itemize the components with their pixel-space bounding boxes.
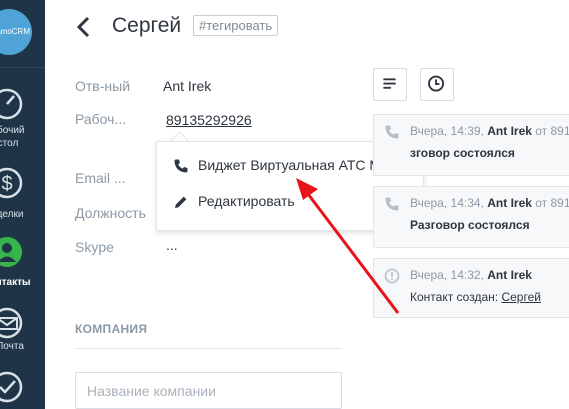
work-phone-label: Рабоч... bbox=[75, 111, 127, 127]
notes-button[interactable] bbox=[373, 68, 407, 101]
sidebar-item-label: абочий стол bbox=[0, 125, 25, 149]
history-button[interactable] bbox=[420, 68, 454, 101]
feed-author[interactable]: Ant Irek bbox=[487, 196, 532, 210]
feed-meta: Вчера, 14:32, Ant Irek bbox=[410, 268, 532, 282]
company-section-title: КОМПАНИЯ bbox=[75, 322, 148, 336]
skype-label: Skype bbox=[75, 239, 114, 255]
feed-author[interactable]: Ant Irek bbox=[487, 268, 532, 282]
sidebar-item-mail[interactable]: Почта bbox=[0, 303, 45, 363]
responsible-value[interactable]: Ant Irek bbox=[163, 78, 211, 94]
phone-icon bbox=[174, 159, 188, 173]
clock-icon bbox=[428, 75, 445, 92]
contacts-icon bbox=[0, 237, 22, 267]
mail-icon bbox=[0, 307, 23, 339]
section-divider bbox=[75, 348, 342, 349]
sidebar-item-label: Почта bbox=[0, 341, 24, 352]
company-name-input[interactable] bbox=[75, 372, 342, 409]
position-label: Должность bbox=[75, 205, 146, 221]
feed-card-call-1: Вчера, 14:39, Ant Irek от 891 зговор сос… bbox=[373, 114, 569, 176]
phone-icon bbox=[385, 125, 399, 139]
responsible-label: Отв-ный bbox=[75, 78, 131, 94]
page-title: Сергей bbox=[112, 14, 182, 37]
phone-icon bbox=[385, 197, 399, 211]
app-logo[interactable]: amoCRM bbox=[0, 9, 32, 55]
feed-text: Контакт создан: Сергей bbox=[410, 290, 541, 304]
email-label: Email ... bbox=[75, 170, 126, 186]
sidebar-item-deals[interactable]: $ делки bbox=[0, 163, 45, 223]
feed-author[interactable]: Ant Irek bbox=[487, 124, 532, 138]
dashboard-icon bbox=[0, 88, 23, 120]
sidebar-divider bbox=[0, 67, 45, 68]
sidebar-item-label: онтакты bbox=[0, 277, 31, 288]
feed-text: зговор состоялся bbox=[410, 146, 515, 160]
notes-icon bbox=[383, 78, 396, 89]
feed-meta: Вчера, 14:34, Ant Irek от 891 bbox=[410, 196, 569, 210]
work-phone-value[interactable]: 89135292926 bbox=[166, 112, 252, 128]
sidebar-item-contacts[interactable]: онтакты bbox=[0, 232, 45, 292]
sidebar-item-tasks[interactable] bbox=[0, 368, 45, 409]
back-arrow-icon[interactable] bbox=[74, 14, 94, 40]
svg-text:$: $ bbox=[1, 173, 12, 195]
tag-button[interactable]: #тегировать bbox=[193, 15, 279, 36]
menu-item-label: Редактировать bbox=[198, 193, 295, 209]
sidebar-item-dashboard[interactable]: абочий стол bbox=[0, 84, 45, 154]
dollar-icon: $ bbox=[0, 167, 23, 199]
tasks-icon bbox=[0, 371, 23, 403]
feed-card-created: Вчера, 14:32, Ant Irek Контакт создан: С… bbox=[373, 258, 569, 318]
feed-card-call-2: Вчера, 14:34, Ant Irek от 891 Разговор с… bbox=[373, 186, 569, 248]
feed-text: Разговор состоялся bbox=[410, 218, 530, 232]
feed-meta: Вчера, 14:39, Ant Irek от 891 bbox=[410, 124, 569, 138]
contact-link[interactable]: Сергей bbox=[501, 290, 541, 304]
logo-text: amoCRM bbox=[0, 27, 30, 36]
info-icon bbox=[384, 268, 400, 284]
skype-value[interactable]: ... bbox=[166, 237, 178, 253]
pencil-icon bbox=[175, 196, 187, 208]
sidebar-item-label: делки bbox=[0, 209, 24, 220]
left-sidebar: amoCRM абочий стол $ делки онтакты Почта bbox=[0, 0, 45, 409]
